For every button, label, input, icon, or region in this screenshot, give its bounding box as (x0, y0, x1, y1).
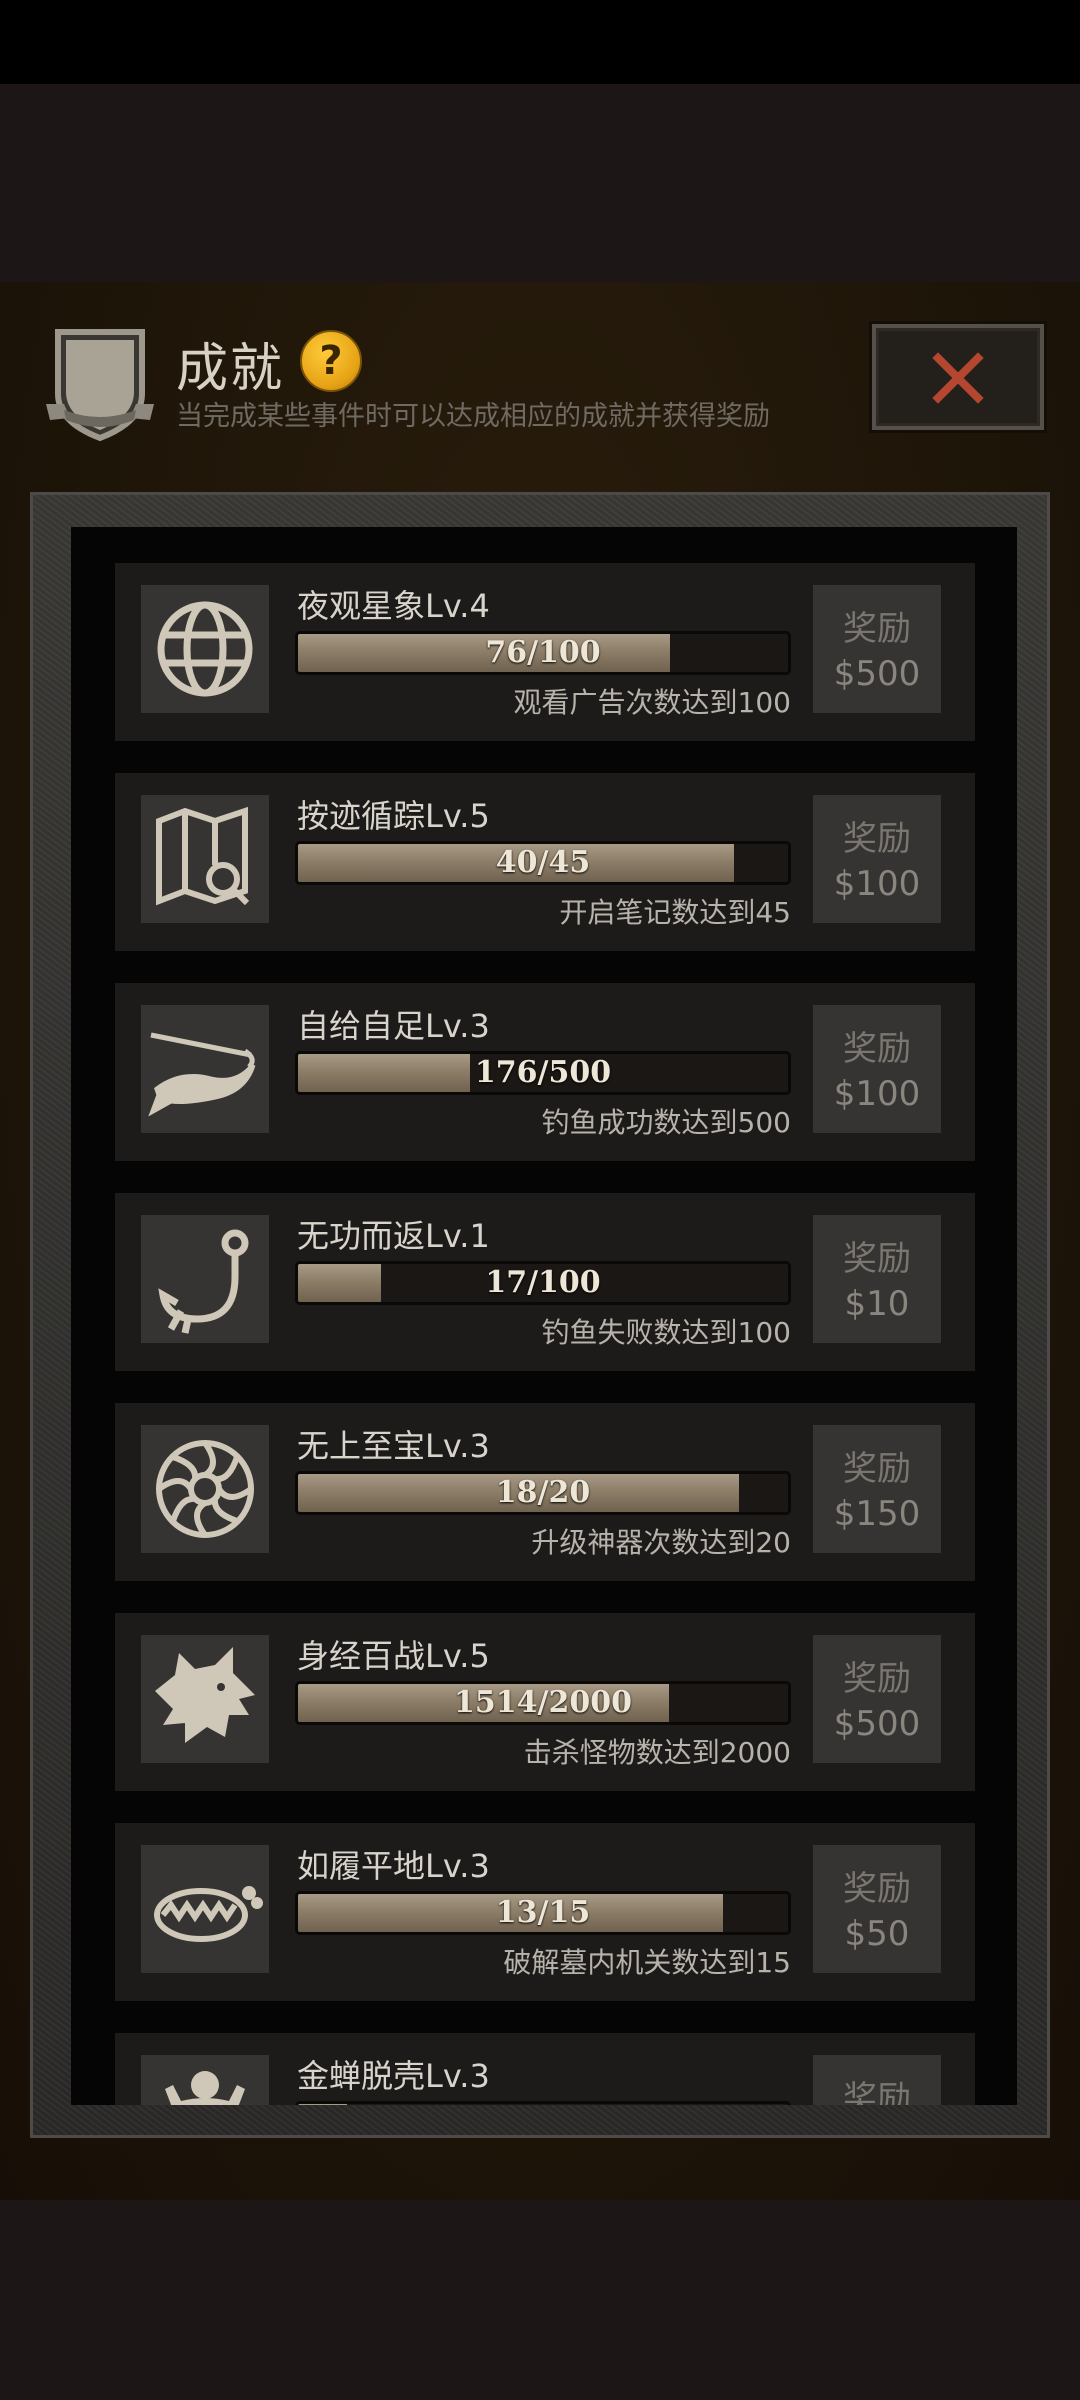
achievement-description: 击杀怪物数达到2000 (523, 1736, 791, 1769)
page-subtitle: 当完成某些事件时可以达成相应的成就并获得奖励 (176, 401, 770, 432)
reward-label: 奖励 (843, 1029, 911, 1069)
achievement-item: 按迹循踪Lv.5 40/45 开启笔记数达到45 奖励 $100 (115, 773, 975, 951)
achievement-item: 身经百战Lv.5 1514/2000 击杀怪物数达到2000 奖励 $500 (115, 1613, 975, 1791)
reward-label: 奖励 (843, 609, 911, 649)
reward-amount: $500 (833, 1704, 921, 1744)
artifact-emblem-icon (141, 1425, 269, 1553)
reward-amount: $150 (833, 1494, 921, 1534)
achievement-item: 无功而返Lv.1 17/100 钓鱼失败数达到100 奖励 $10 (115, 1193, 975, 1371)
claim-reward-button[interactable]: 奖励 $500 (813, 1635, 941, 1763)
reward-label: 奖励 (843, 2079, 911, 2105)
achievement-list-viewport[interactable]: 夜观星象Lv.4 76/100 观看广告次数达到100 奖励 $500 按迹循踪… (71, 527, 1017, 2105)
achievement-name: 金蝉脱壳Lv.3 (297, 2057, 490, 2095)
map-search-icon (141, 795, 269, 923)
reward-amount: $500 (833, 654, 921, 694)
reward-amount: $10 (844, 1284, 910, 1324)
achievement-description: 钓鱼成功数达到500 (541, 1106, 791, 1139)
achievement-description: 开启笔记数达到45 (559, 896, 791, 929)
reward-amount: $100 (833, 1074, 921, 1114)
progress-bar: 18/20 (295, 1471, 791, 1515)
achievement-list-frame: 夜观星象Lv.4 76/100 观看广告次数达到100 奖励 $500 按迹循踪… (30, 492, 1050, 2138)
achievement-name: 按迹循踪Lv.5 (297, 797, 490, 835)
reward-amount: $100 (833, 864, 921, 904)
reward-label: 奖励 (843, 1449, 911, 1489)
progress-text: 17/100 (485, 1265, 601, 1300)
progress-bar: 40/45 (295, 841, 791, 885)
progress-text: 76/100 (485, 635, 601, 670)
achievement-name: 如履平地Lv.3 (297, 1847, 490, 1885)
achievement-item: 夜观星象Lv.4 76/100 观看广告次数达到100 奖励 $500 (115, 563, 975, 741)
progress-text (298, 2104, 788, 2105)
dimmed-background (0, 84, 1080, 282)
reward-label: 奖励 (843, 1869, 911, 1909)
close-icon (932, 352, 984, 404)
hook-icon (141, 1215, 269, 1343)
progress-bar: 1514/2000 (295, 1681, 791, 1725)
claim-reward-button[interactable]: 奖励 $10 (813, 1215, 941, 1343)
reward-label: 奖励 (843, 819, 911, 859)
achievement-description: 升级神器次数达到20 (531, 1526, 791, 1559)
achievement-item: 无上至宝Lv.3 18/20 升级神器次数达到20 奖励 $150 (115, 1403, 975, 1581)
progress-bar: 176/500 (295, 1051, 791, 1095)
progress-text: 1514/2000 (454, 1685, 632, 1720)
achievements-panel: 成就 ? 当完成某些事件时可以达成相应的成就并获得奖励 夜观星象Lv.4 76/… (0, 282, 1080, 2200)
claim-reward-button[interactable]: 奖励 $150 (813, 1425, 941, 1553)
reward-label: 奖励 (843, 1659, 911, 1699)
claim-reward-button[interactable]: 奖励 $50 (813, 1845, 941, 1973)
achievement-item: 金蝉脱壳Lv.3 奖励 (115, 2033, 975, 2105)
achievement-name: 身经百战Lv.5 (297, 1637, 490, 1675)
achievement-name: 夜观星象Lv.4 (297, 587, 490, 625)
achievement-description: 观看广告次数达到100 (513, 686, 791, 719)
progress-text: 176/500 (474, 1055, 612, 1090)
wolf-head-icon (141, 1635, 269, 1763)
achievement-description: 钓鱼失败数达到100 (541, 1316, 791, 1349)
figure-icon (141, 2055, 269, 2105)
progress-bar: 76/100 (295, 631, 791, 675)
claim-reward-button[interactable]: 奖励 $100 (813, 795, 941, 923)
globe-icon (141, 585, 269, 713)
reward-label: 奖励 (843, 1239, 911, 1279)
bear-trap-icon (141, 1845, 269, 1973)
reward-amount: $50 (844, 1914, 910, 1954)
claim-reward-button[interactable]: 奖励 (813, 2055, 941, 2105)
page-title: 成就 (176, 339, 285, 399)
claim-reward-button[interactable]: 奖励 $100 (813, 1005, 941, 1133)
achievement-name: 自给自足Lv.3 (297, 1007, 490, 1045)
status-bar (0, 0, 1080, 84)
progress-text: 40/45 (495, 845, 591, 880)
dimmed-background (0, 2200, 1080, 2400)
achievement-item: 自给自足Lv.3 176/500 钓鱼成功数达到500 奖励 $100 (115, 983, 975, 1161)
achievement-item: 如履平地Lv.3 13/15 破解墓内机关数达到15 奖励 $50 (115, 1823, 975, 2001)
progress-text: 18/20 (495, 1475, 591, 1510)
progress-bar: 17/100 (295, 1261, 791, 1305)
close-button[interactable] (872, 324, 1044, 430)
achievement-shield-icon (44, 324, 156, 442)
progress-bar (295, 2101, 791, 2105)
achievement-name: 无功而返Lv.1 (297, 1217, 490, 1255)
claim-reward-button[interactable]: 奖励 $500 (813, 585, 941, 713)
achievement-description: 破解墓内机关数达到15 (503, 1946, 791, 1979)
fish-hook-icon (141, 1005, 269, 1133)
help-icon[interactable]: ? (300, 330, 362, 392)
achievement-name: 无上至宝Lv.3 (297, 1427, 490, 1465)
progress-bar: 13/15 (295, 1891, 791, 1935)
progress-text: 13/15 (495, 1895, 591, 1930)
